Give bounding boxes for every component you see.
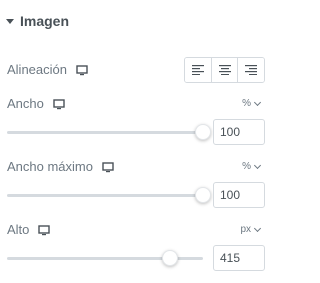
- desktop-monitor-icon[interactable]: [102, 161, 114, 173]
- height-slider-thumb[interactable]: [161, 250, 178, 266]
- chevron-down-icon: [253, 161, 262, 169]
- width-slider-track: [7, 131, 203, 134]
- section-title: Imagen: [20, 13, 70, 29]
- width-unit: %: [242, 98, 251, 109]
- max-width-label: Ancho máximo: [7, 159, 93, 174]
- chevron-down-icon: [253, 98, 262, 106]
- align-right-icon: [245, 65, 258, 75]
- height-unit: px: [240, 224, 251, 235]
- align-left-button[interactable]: [185, 58, 211, 82]
- height-slider[interactable]: [7, 250, 203, 266]
- max-width-input[interactable]: [213, 182, 265, 208]
- width-unit-selector[interactable]: %: [242, 98, 262, 109]
- alignment-label: Alineación: [7, 62, 67, 77]
- align-right-button[interactable]: [237, 58, 264, 82]
- caret-down-icon: [6, 19, 14, 24]
- desktop-monitor-icon[interactable]: [53, 98, 65, 110]
- chevron-down-icon: [253, 224, 262, 232]
- width-label-row: Ancho: [7, 96, 65, 111]
- alignment-button-group: [184, 57, 265, 83]
- height-label-row: Alto: [7, 222, 51, 237]
- alignment-label-row: Alineación: [7, 62, 88, 77]
- max-width-label-row: Ancho máximo: [7, 159, 114, 174]
- width-slider[interactable]: [7, 124, 211, 140]
- max-width-unit-selector[interactable]: %: [242, 161, 262, 172]
- max-width-slider-thumb[interactable]: [195, 187, 211, 203]
- image-style-panel: Imagen Alineación Ancho % 100 Ancho máxi…: [0, 0, 271, 283]
- width-slider-thumb[interactable]: [195, 124, 211, 140]
- align-left-icon: [191, 65, 204, 75]
- max-width-unit: %: [242, 161, 251, 172]
- width-input[interactable]: [213, 119, 265, 145]
- align-center-button[interactable]: [210, 58, 238, 82]
- desktop-monitor-icon[interactable]: [38, 224, 51, 236]
- max-width-slider-track: [7, 194, 203, 197]
- max-width-slider[interactable]: [7, 187, 211, 203]
- height-unit-selector[interactable]: px: [240, 224, 262, 235]
- desktop-monitor-icon[interactable]: [76, 64, 88, 76]
- height-label: Alto: [7, 222, 30, 237]
- section-header-imagen[interactable]: Imagen: [6, 11, 69, 31]
- height-input[interactable]: [213, 245, 265, 271]
- align-center-icon: [218, 65, 231, 75]
- width-label: Ancho: [7, 96, 44, 111]
